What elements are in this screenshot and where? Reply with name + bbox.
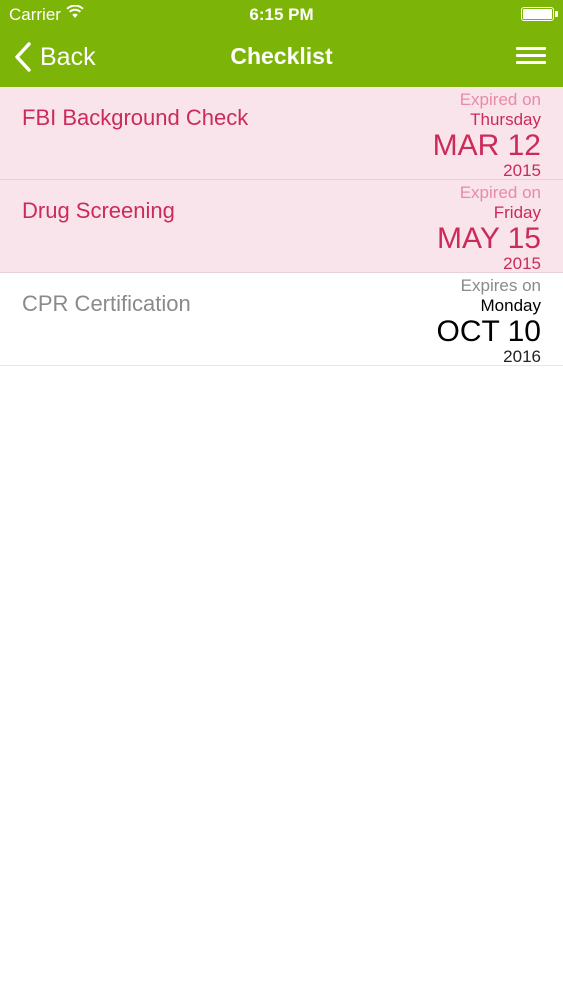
list-item[interactable]: Drug Screening Expired on Friday MAY 15 … xyxy=(0,180,563,273)
expiration-date: Expired on Thursday MAR 12 2015 xyxy=(341,90,541,180)
item-name: FBI Background Check xyxy=(22,105,249,130)
nav-bar: Back Checklist xyxy=(0,30,563,87)
expiration-day: MAR 12 xyxy=(432,129,541,162)
expiration-date: Expires on Monday OCT 10 2016 xyxy=(341,276,542,366)
navigation-header: Carrier 6:15 PM Back Checklist xyxy=(0,0,563,87)
expiration-year: 2015 xyxy=(503,254,541,273)
expiration-status: Expired on xyxy=(459,183,541,202)
page-title: Checklist xyxy=(230,43,333,69)
expiration-day: MAY 15 xyxy=(437,222,541,255)
checklist: FBI Background Check Expired on Thursday… xyxy=(0,87,563,366)
status-bar: Carrier 6:15 PM xyxy=(0,0,563,30)
expiration-status: Expired on xyxy=(459,90,541,109)
expiration-date: Expired on Friday MAY 15 2015 xyxy=(341,183,541,273)
expiration-year: 2015 xyxy=(503,161,541,180)
item-name: CPR Certification xyxy=(22,291,191,316)
item-name: Drug Screening xyxy=(22,198,175,223)
menu-icon[interactable] xyxy=(514,44,550,70)
expiration-day: OCT 10 xyxy=(436,315,542,348)
status-time: 6:15 PM xyxy=(249,5,314,24)
list-item[interactable]: FBI Background Check Expired on Thursday… xyxy=(0,87,563,180)
list-item[interactable]: CPR Certification Expires on Monday OCT … xyxy=(0,273,563,366)
expiration-weekday: Friday xyxy=(493,203,541,222)
expiration-weekday: Monday xyxy=(480,296,541,315)
expiration-weekday: Thursday xyxy=(470,110,541,129)
battery-icon xyxy=(521,7,558,21)
expiration-status: Expires on xyxy=(460,276,541,295)
expiration-year: 2016 xyxy=(503,347,541,366)
